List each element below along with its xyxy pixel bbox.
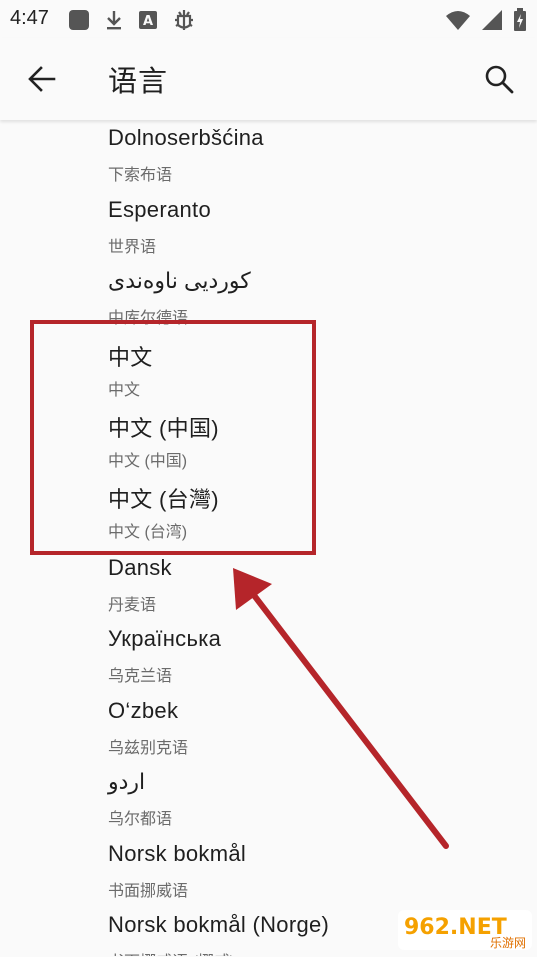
status-icons-left: A xyxy=(68,8,196,37)
list-item[interactable]: Dolnoserbšćina 下索布语 xyxy=(0,125,537,197)
back-button[interactable] xyxy=(22,59,62,99)
language-native-name: 书面挪威语 (挪威) xyxy=(108,948,235,956)
list-item[interactable]: 中文 (中国) 中文 (中国) xyxy=(0,411,537,483)
language-native-name: 下索布语 xyxy=(108,167,173,184)
a-box-icon: A xyxy=(138,10,158,35)
status-bar: 4:47 A xyxy=(0,0,537,38)
list-item[interactable]: 中文 中文 xyxy=(0,340,537,412)
list-item[interactable]: كوردیی ناوەندی 中库尔德语 xyxy=(0,268,537,340)
language-native-name: 中库尔德语 xyxy=(108,310,189,327)
language-native-name: 书面挪威语 xyxy=(108,883,189,900)
language-name: Esperanto xyxy=(108,197,211,222)
battery-charging-icon xyxy=(513,8,527,37)
language-name: Dansk xyxy=(108,555,172,580)
language-name: 中文 (台灣) xyxy=(108,487,219,512)
language-list: Dolnoserbšćina 下索布语 Esperanto 世界语 كوردیی… xyxy=(0,120,537,956)
language-name: Українська xyxy=(108,626,222,651)
list-item[interactable]: O‘zbek 乌兹别克语 xyxy=(0,698,537,770)
search-button[interactable] xyxy=(479,59,519,99)
list-item[interactable]: Dansk 丹麦语 xyxy=(0,555,537,627)
arrow-back-icon xyxy=(28,66,56,92)
page-title: 语言 xyxy=(108,66,169,98)
language-name: 中文 (中国) xyxy=(108,416,219,441)
language-name: كوردیی ناوەندی xyxy=(108,268,251,293)
language-name: 中文 xyxy=(108,345,153,370)
language-native-name: 丹麦语 xyxy=(108,597,157,614)
status-time: 4:47 xyxy=(10,7,49,29)
list-item[interactable]: Українська 乌克兰语 xyxy=(0,626,537,698)
watermark-logo: 962.NET 乐游网 xyxy=(398,908,532,952)
list-item[interactable]: 中文 (台灣) 中文 (台湾) xyxy=(0,482,537,554)
svg-text:A: A xyxy=(143,14,153,29)
list-item[interactable]: Esperanto 世界语 xyxy=(0,197,537,269)
list-item[interactable]: اردو 乌尔都语 xyxy=(0,769,537,841)
language-native-name: 乌兹别克语 xyxy=(108,740,189,757)
download-icon xyxy=(104,9,124,36)
language-name: Norsk bokmål xyxy=(108,841,247,866)
language-native-name: 乌克兰语 xyxy=(108,668,173,685)
language-native-name: 中文 xyxy=(108,382,141,399)
app-icon xyxy=(68,9,90,36)
language-name: Norsk bokmål (Norge) xyxy=(108,912,330,937)
language-native-name: 乌尔都语 xyxy=(108,811,173,828)
language-name: O‘zbek xyxy=(108,698,179,723)
signal-icon xyxy=(481,9,503,36)
language-native-name: 中文 (中国) xyxy=(108,453,188,470)
app-bar: 语言 xyxy=(0,38,537,120)
bug-icon xyxy=(172,8,196,37)
language-name: اردو xyxy=(108,769,146,794)
language-native-name: 世界语 xyxy=(108,239,157,256)
list-item[interactable]: Norsk bokmål 书面挪威语 xyxy=(0,841,537,913)
watermark-sub: 乐游网 xyxy=(490,936,526,950)
wifi-icon xyxy=(445,9,471,36)
status-icons-right xyxy=(445,8,527,37)
language-name: Dolnoserbšćina xyxy=(108,125,264,150)
search-icon xyxy=(485,65,514,94)
language-native-name: 中文 (台湾) xyxy=(108,524,188,541)
